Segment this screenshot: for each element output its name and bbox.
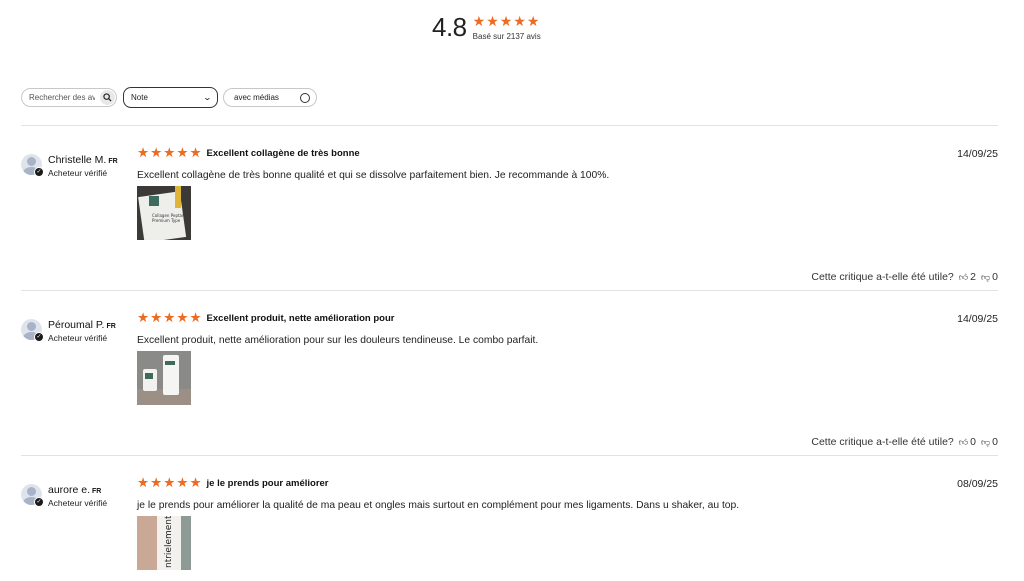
review-title: Excellent collagène de très bonne: [206, 147, 360, 159]
author-name: aurore e. FR: [48, 484, 102, 496]
helpful-section: Cette critique a-t-elle été utile? 👍︎ 0 👎…: [811, 436, 998, 448]
summary-stars: ★ ★ ★ ★ ★: [473, 14, 541, 28]
star-icon: ★: [163, 475, 176, 490]
star-icon: ★: [150, 310, 163, 325]
verified-buyer: Acheteur vérifié: [48, 498, 108, 508]
helpful-prompt: Cette critique a-t-elle été utile?: [811, 271, 954, 283]
search-button[interactable]: [100, 90, 115, 105]
filter-bar: Rechercher des avis Note ⌄ avec médias: [21, 87, 317, 108]
review-body: je le prends pour améliorer la qualité d…: [137, 500, 740, 511]
svg-text:ntrielement: ntrielement: [164, 516, 174, 568]
review-item: ✓ Christelle M. FR Acheteur vérifié ★ ★ ★ ★ ★…: [21, 126, 998, 290]
thumbs-up-icon: 👍︎: [958, 271, 969, 282]
helpful-section: Cette critique a-t-elle été utile? 👍︎ 2 👎…: [811, 271, 998, 283]
helpful-prompt: Cette critique a-t-elle été utile?: [811, 436, 954, 448]
rating-summary: 4.8 ★ ★ ★ ★ ★ Basé sur 2137 avis: [432, 12, 541, 42]
review-title: Excellent produit, nette amélioration po…: [206, 312, 395, 324]
rating-select-value: Note: [131, 93, 148, 102]
chevron-down-icon: ⌄: [202, 93, 213, 102]
review-title: je le prends pour améliorer: [206, 477, 329, 489]
star-icon: ★: [176, 310, 189, 325]
review-photo[interactable]: Collagen Peptan Premium Type: [137, 186, 191, 240]
with-media-filter[interactable]: avec médias: [223, 88, 317, 107]
review-photo[interactable]: ntrielement: [137, 516, 191, 570]
star-icon: ★: [137, 475, 150, 490]
star-icon: ★: [137, 310, 150, 325]
review-date: 08/09/25: [957, 478, 998, 490]
average-rating: 4.8: [432, 12, 467, 42]
svg-text:Premium Type: Premium Type: [152, 218, 181, 223]
star-icon: ★: [150, 475, 163, 490]
review-item: ✓ Péroumal P. FR Acheteur vérifié ★ ★ ★ ★ ★ E…: [21, 291, 998, 455]
star-icon: ★: [176, 145, 189, 160]
star-icon: ★: [486, 12, 499, 29]
review-body: Excellent collagène de très bonne qualit…: [137, 170, 610, 181]
rating-select[interactable]: Note ⌄: [123, 87, 218, 108]
with-media-label: avec médias: [234, 93, 279, 102]
review-rating: ★ ★ ★ ★ ★ Excellent produit, nette améliorat…: [137, 311, 394, 325]
star-icon: ★: [189, 310, 202, 325]
thumbs-up-icon: 👍︎: [958, 436, 969, 447]
upvote-button[interactable]: 👍︎ 0: [959, 436, 976, 448]
search-icon: [103, 93, 112, 102]
star-icon: ★: [526, 12, 540, 29]
verified-check-icon: ✓: [34, 167, 44, 177]
review-photo[interactable]: [137, 351, 191, 405]
review-count: Basé sur 2137 avis: [472, 31, 541, 41]
downvote-button[interactable]: 👎︎ 0: [981, 271, 998, 283]
review-body: Excellent produit, nette amélioration po…: [137, 335, 539, 346]
star-icon: ★: [189, 145, 202, 160]
star-icon: ★: [150, 145, 163, 160]
star-icon: ★: [189, 475, 202, 490]
verified-buyer: Acheteur vérifié: [48, 333, 108, 343]
downvote-button[interactable]: 👎︎ 0: [981, 436, 998, 448]
verified-check-icon: ✓: [34, 332, 44, 342]
review-rating: ★ ★ ★ ★ ★ Excellent collagène de très bonne: [137, 146, 360, 160]
upvote-button[interactable]: 👍︎ 2: [959, 271, 976, 283]
verified-buyer: Acheteur vérifié: [48, 168, 108, 178]
thumbs-down-icon: 👎︎: [981, 271, 991, 282]
radio-icon[interactable]: [300, 92, 310, 103]
review-item: ✓ aurore e. FR Acheteur vérifié ★ ★ ★ ★ ★ je …: [21, 456, 998, 581]
star-icon: ★: [163, 310, 176, 325]
star-icon: ★: [176, 475, 189, 490]
star-icon: ★: [163, 145, 176, 160]
author-name: Péroumal P. FR: [48, 319, 116, 331]
star-icon: ★: [513, 12, 526, 29]
verified-check-icon: ✓: [34, 497, 44, 507]
search-placeholder: Rechercher des avis: [29, 93, 95, 102]
review-rating: ★ ★ ★ ★ ★ je le prends pour améliorer: [137, 476, 329, 490]
star-icon: ★: [499, 12, 513, 29]
search-input[interactable]: Rechercher des avis: [21, 88, 117, 107]
review-date: 14/09/25: [957, 148, 998, 160]
star-icon: ★: [137, 145, 150, 160]
review-date: 14/09/25: [957, 313, 998, 325]
thumbs-down-icon: 👎︎: [981, 436, 991, 447]
star-icon: ★: [472, 12, 486, 29]
author-name: Christelle M. FR: [48, 154, 118, 166]
